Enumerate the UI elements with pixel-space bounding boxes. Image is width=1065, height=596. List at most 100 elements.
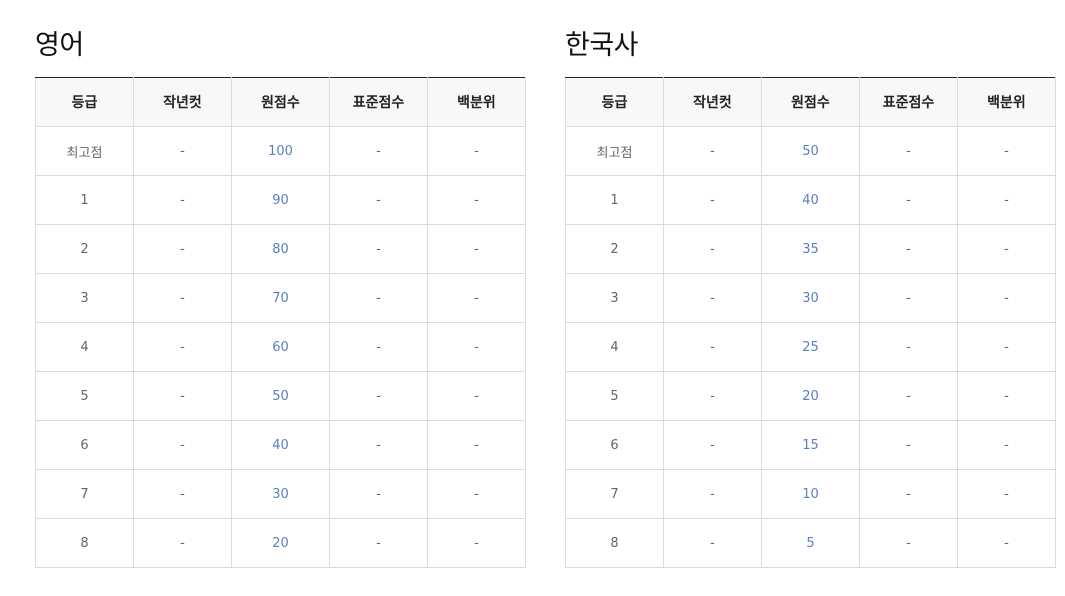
cell-last-year-cut: - bbox=[133, 322, 232, 372]
cell-raw-score: 70 bbox=[231, 273, 330, 323]
table-row: 1-40- - bbox=[565, 175, 1056, 225]
table-row: 7-10- - bbox=[565, 469, 1056, 519]
cell-standard-score: - bbox=[859, 175, 958, 225]
header-percentile: 백분위 bbox=[957, 77, 1056, 127]
cell-percentile: - bbox=[427, 371, 526, 421]
header-row: 등급 작년컷 원점수 표준점수 백분위 bbox=[35, 77, 526, 127]
cell-percentile: - bbox=[427, 518, 526, 568]
cell-grade: 4 bbox=[35, 322, 134, 372]
cell-raw-score: 50 bbox=[231, 371, 330, 421]
cell-raw-score: 20 bbox=[761, 371, 860, 421]
table-row: 2-80- - bbox=[35, 224, 526, 274]
header-last-year-cut: 작년컷 bbox=[663, 77, 762, 127]
cell-grade: 2 bbox=[565, 224, 664, 274]
cell-grade: 4 bbox=[565, 322, 664, 372]
cell-raw-score: 90 bbox=[231, 175, 330, 225]
table-row: 5-20- - bbox=[565, 371, 1056, 421]
cell-raw-score: 40 bbox=[231, 420, 330, 470]
table-row: 6-40- - bbox=[35, 420, 526, 470]
header-grade: 등급 bbox=[565, 77, 664, 127]
cell-standard-score: - bbox=[329, 518, 428, 568]
cell-raw-score: 25 bbox=[761, 322, 860, 372]
cell-last-year-cut: - bbox=[663, 175, 762, 225]
cell-raw-score: 60 bbox=[231, 322, 330, 372]
cell-raw-score: 30 bbox=[231, 469, 330, 519]
cell-grade: 최고점 bbox=[565, 126, 664, 176]
cell-standard-score: - bbox=[859, 273, 958, 323]
cell-grade: 6 bbox=[565, 420, 664, 470]
cell-standard-score: - bbox=[329, 126, 428, 176]
header-last-year-cut: 작년컷 bbox=[133, 77, 232, 127]
cell-last-year-cut: - bbox=[133, 175, 232, 225]
header-raw-score: 원점수 bbox=[761, 77, 860, 127]
table-row: 8-5-- bbox=[565, 518, 1056, 568]
cell-last-year-cut: - bbox=[133, 518, 232, 568]
cell-raw-score: 10 bbox=[761, 469, 860, 519]
korean-history-title: 한국사 bbox=[565, 30, 639, 61]
cell-standard-score: - bbox=[859, 518, 958, 568]
cell-last-year-cut: - bbox=[663, 420, 762, 470]
header-row: 등급 작년컷 원점수 표준점수 백분위 bbox=[565, 77, 1056, 127]
cell-raw-score: 80 bbox=[231, 224, 330, 274]
cell-grade: 8 bbox=[35, 518, 134, 568]
cell-grade: 1 bbox=[565, 175, 664, 225]
table-row: 8-20- - bbox=[35, 518, 526, 568]
cell-grade: 3 bbox=[35, 273, 134, 323]
table-row: 1-90- - bbox=[35, 175, 526, 225]
cell-grade: 6 bbox=[35, 420, 134, 470]
table-row: 3-70- - bbox=[35, 273, 526, 323]
cell-raw-score: 30 bbox=[761, 273, 860, 323]
cell-last-year-cut: - bbox=[663, 371, 762, 421]
cell-last-year-cut: - bbox=[133, 273, 232, 323]
cell-percentile: - bbox=[427, 224, 526, 274]
cell-raw-score: 100 bbox=[231, 126, 330, 176]
table-row: 2-35- - bbox=[565, 224, 1056, 274]
table-row: 5-50- - bbox=[35, 371, 526, 421]
cell-raw-score: 35 bbox=[761, 224, 860, 274]
cell-grade: 7 bbox=[35, 469, 134, 519]
cell-last-year-cut: - bbox=[663, 518, 762, 568]
cell-grade: 3 bbox=[565, 273, 664, 323]
table-row: 4-25- - bbox=[565, 322, 1056, 372]
cell-grade: 2 bbox=[35, 224, 134, 274]
cell-standard-score: - bbox=[859, 224, 958, 274]
cell-last-year-cut: - bbox=[133, 126, 232, 176]
cell-percentile: - bbox=[957, 224, 1056, 274]
cell-standard-score: - bbox=[329, 273, 428, 323]
cell-percentile: - bbox=[427, 175, 526, 225]
cell-standard-score: - bbox=[329, 175, 428, 225]
cell-last-year-cut: - bbox=[133, 224, 232, 274]
english-grade-table: 등급 작년컷 원점수 표준점수 백분위 최고점 -100- -1-90- -2-80-… bbox=[35, 77, 526, 568]
cell-grade: 7 bbox=[565, 469, 664, 519]
cell-percentile: - bbox=[427, 322, 526, 372]
header-grade: 등급 bbox=[35, 77, 134, 127]
table-row: 7-30- - bbox=[35, 469, 526, 519]
cell-raw-score: 15 bbox=[761, 420, 860, 470]
cell-percentile: - bbox=[957, 273, 1056, 323]
cell-last-year-cut: - bbox=[663, 126, 762, 176]
cell-raw-score: 20 bbox=[231, 518, 330, 568]
cell-standard-score: - bbox=[859, 469, 958, 519]
cell-raw-score: 50 bbox=[761, 126, 860, 176]
cell-percentile: - bbox=[957, 175, 1056, 225]
cell-standard-score: - bbox=[859, 322, 958, 372]
cell-standard-score: - bbox=[329, 420, 428, 470]
korean-history-grade-table: 등급 작년컷 원점수 표준점수 백분위 최고점 -50- -1-40- -2-35- -… bbox=[565, 77, 1056, 568]
cell-grade: 최고점 bbox=[35, 126, 134, 176]
cell-standard-score: - bbox=[859, 371, 958, 421]
cell-percentile: - bbox=[427, 273, 526, 323]
cell-last-year-cut: - bbox=[133, 420, 232, 470]
header-percentile: 백분위 bbox=[427, 77, 526, 127]
cell-standard-score: - bbox=[329, 322, 428, 372]
cell-standard-score: - bbox=[859, 126, 958, 176]
cell-standard-score: - bbox=[329, 224, 428, 274]
english-title: 영어 bbox=[35, 30, 84, 61]
header-standard-score: 표준점수 bbox=[329, 77, 428, 127]
header-standard-score: 표준점수 bbox=[859, 77, 958, 127]
cell-percentile: - bbox=[957, 518, 1056, 568]
cell-last-year-cut: - bbox=[663, 469, 762, 519]
table-row: 최고점 -100- - bbox=[35, 126, 526, 176]
cell-standard-score: - bbox=[859, 420, 958, 470]
cell-last-year-cut: - bbox=[663, 273, 762, 323]
cell-percentile: - bbox=[957, 322, 1056, 372]
